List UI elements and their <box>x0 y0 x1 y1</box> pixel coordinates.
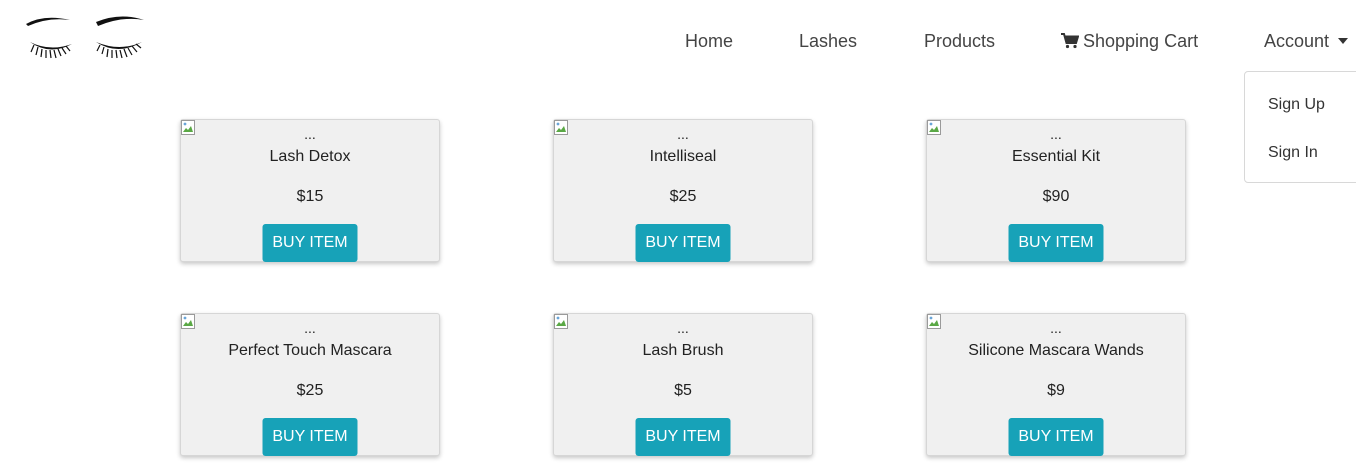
buy-item-button[interactable]: BUY ITEM <box>635 224 731 262</box>
product-name: Essential Kit <box>1011 148 1101 165</box>
nav-lashes[interactable]: Lashes <box>799 30 857 52</box>
product-price: $5 <box>674 382 692 399</box>
product-card: ... Perfect Touch Mascara $25 BUY ITEM <box>180 313 440 456</box>
product-card: ... Lash Detox $15 BUY ITEM <box>180 119 440 262</box>
nav-products[interactable]: Products <box>924 30 995 52</box>
product-price: $9 <box>1047 382 1065 399</box>
nav-shopping-cart[interactable]: Shopping Cart <box>1061 30 1198 52</box>
dropdown-item-sign-up[interactable]: Sign Up <box>1268 96 1325 114</box>
buy-item-button[interactable]: BUY ITEM <box>1008 418 1104 456</box>
account-dropdown-menu: Sign Up Sign In <box>1244 71 1356 183</box>
product-image-alt-text: ... <box>304 126 316 142</box>
buy-item-button[interactable]: BUY ITEM <box>262 418 358 456</box>
product-price: $25 <box>296 382 324 399</box>
product-name: Lash Brush <box>642 342 724 359</box>
product-image-alt-text: ... <box>677 320 689 336</box>
product-image-alt-text: ... <box>677 126 689 142</box>
buy-item-button[interactable]: BUY ITEM <box>635 418 731 456</box>
product-name: Perfect Touch Mascara <box>228 342 392 359</box>
eyelashes-logo[interactable] <box>24 12 148 66</box>
product-card: ... Essential Kit $90 BUY ITEM <box>926 119 1186 262</box>
product-price: $25 <box>669 188 697 205</box>
product-card: ... Silicone Mascara Wands $9 BUY ITEM <box>926 313 1186 456</box>
product-name: Silicone Mascara Wands <box>968 342 1144 359</box>
shopping-cart-icon <box>1061 33 1079 49</box>
nav-account-toggle[interactable]: Account <box>1264 30 1349 52</box>
product-card: ... Intelliseal $25 BUY ITEM <box>553 119 813 262</box>
nav-account-label: Account <box>1264 31 1330 51</box>
buy-item-button[interactable]: BUY ITEM <box>1008 224 1104 262</box>
product-price: $15 <box>296 188 324 205</box>
product-name: Lash Detox <box>269 148 351 165</box>
product-image-alt-text: ... <box>1050 320 1062 336</box>
product-price: $90 <box>1042 188 1070 205</box>
nav-shopping-cart-label: Shopping Cart <box>1083 31 1199 51</box>
caret-down-icon <box>1338 38 1349 44</box>
dropdown-item-sign-in[interactable]: Sign In <box>1268 144 1318 162</box>
nav-home[interactable]: Home <box>685 30 733 52</box>
buy-item-button[interactable]: BUY ITEM <box>262 224 358 262</box>
product-image-alt-text: ... <box>1050 126 1062 142</box>
product-image-alt-text: ... <box>304 320 316 336</box>
product-name: Intelliseal <box>649 148 717 165</box>
product-card: ... Lash Brush $5 BUY ITEM <box>553 313 813 456</box>
